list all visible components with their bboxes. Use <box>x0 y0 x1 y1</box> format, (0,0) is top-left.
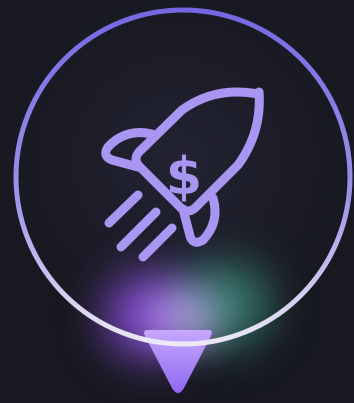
badge-graphic: $ <box>13 7 353 393</box>
currency-symbol: $ <box>166 147 202 207</box>
rocket-badge: $ <box>0 0 354 403</box>
